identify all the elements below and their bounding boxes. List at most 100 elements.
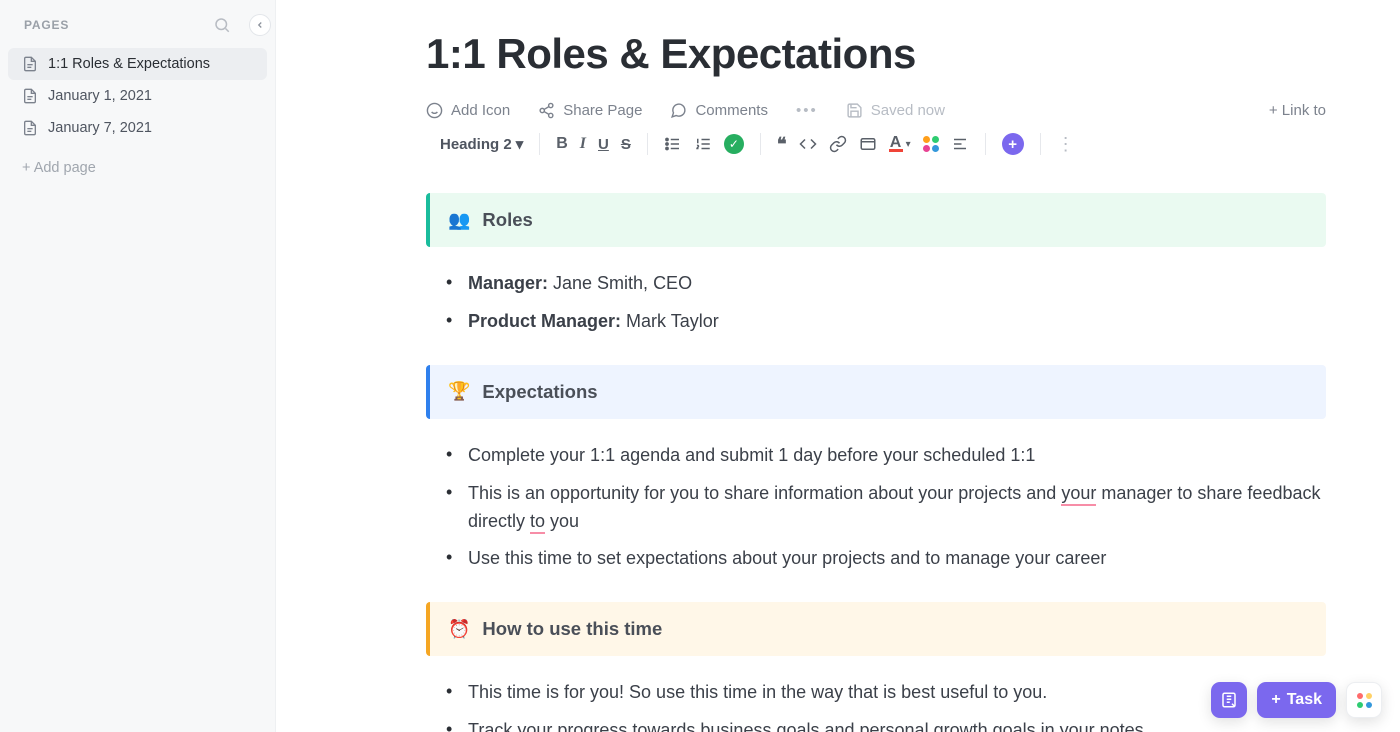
- list-item[interactable]: Manager: Jane Smith, CEO: [446, 265, 1326, 303]
- share-icon: [538, 102, 555, 119]
- text: This time is for you! So use this time i…: [468, 682, 1047, 702]
- apps-icon: [1357, 693, 1372, 708]
- spellcheck-word: to: [530, 511, 545, 534]
- app-root: PAGES 1:1 Roles & Expectations: [0, 0, 1400, 732]
- text: you: [545, 511, 579, 531]
- saved-status: Saved now: [846, 102, 945, 119]
- sidebar-list: 1:1 Roles & Expectations January 1, 2021…: [0, 44, 275, 148]
- bulleted-list-button[interactable]: [664, 135, 682, 153]
- save-icon: [846, 102, 863, 119]
- sidebar-item-roles-expectations[interactable]: 1:1 Roles & Expectations: [8, 48, 267, 80]
- caret-down-icon: ▾: [906, 139, 911, 150]
- insert-group: ❝: [777, 134, 877, 155]
- page-icon: [22, 120, 38, 136]
- notepad-button[interactable]: [1211, 682, 1247, 718]
- apps-button[interactable]: [1346, 682, 1382, 718]
- document: 1:1 Roles & Expectations Add Icon Share …: [426, 0, 1326, 732]
- separator: [647, 133, 648, 155]
- expectations-list[interactable]: Complete your 1:1 agenda and submit 1 da…: [426, 427, 1326, 583]
- add-page-button[interactable]: + Add page: [0, 148, 275, 188]
- list-group: ✓: [664, 134, 744, 154]
- block-type-select[interactable]: Heading 2 ▾: [426, 135, 523, 153]
- callout-heading: Expectations: [482, 381, 597, 403]
- list-item[interactable]: This is an opportunity for you to share …: [446, 475, 1326, 541]
- text: This is an opportunity for you to share …: [468, 483, 1061, 503]
- clock-icon: ⏰: [448, 619, 470, 640]
- sidebar-item-label: January 7, 2021: [48, 120, 152, 136]
- caret-down-icon: ▾: [516, 135, 524, 153]
- numbered-list-button[interactable]: [694, 135, 712, 153]
- people-icon: 👥: [448, 210, 470, 231]
- floating-action-bar: + Task: [1211, 682, 1382, 718]
- page-icon: [22, 56, 38, 72]
- embed-button[interactable]: [859, 135, 877, 153]
- quote-button[interactable]: ❝: [777, 134, 787, 155]
- task-label: Task: [1287, 691, 1322, 709]
- bold-button[interactable]: B: [556, 135, 568, 153]
- role-value: Jane Smith, CEO: [548, 273, 692, 293]
- text: Complete your 1:1 agenda and submit 1 da…: [468, 445, 1035, 465]
- add-icon-button[interactable]: Add Icon: [426, 102, 510, 119]
- separator: [539, 133, 540, 155]
- comment-icon: [670, 102, 687, 119]
- callout-expectations[interactable]: 🏆 Expectations: [426, 365, 1326, 419]
- formatting-toolbar: Heading 2 ▾ B I U S: [426, 129, 1326, 173]
- action-label: Share Page: [563, 102, 642, 119]
- role-value: Mark Taylor: [621, 311, 719, 331]
- action-label: Add Icon: [451, 102, 510, 119]
- page-actions: Add Icon Share Page Comments •••: [426, 96, 1326, 129]
- collapse-sidebar-button[interactable]: [249, 14, 271, 36]
- search-icon[interactable]: [213, 16, 231, 34]
- checklist-button[interactable]: ✓: [724, 134, 744, 154]
- color-group: A ▾: [889, 134, 969, 155]
- text-color-button[interactable]: A ▾: [889, 134, 911, 155]
- italic-button[interactable]: I: [580, 135, 586, 153]
- role-label: Product Manager:: [468, 311, 621, 331]
- list-item[interactable]: Complete your 1:1 agenda and submit 1 da…: [446, 437, 1326, 475]
- text: Use this time to set expectations about …: [468, 548, 1106, 568]
- add-block-button[interactable]: +: [1002, 133, 1024, 155]
- list-item[interactable]: Product Manager: Mark Taylor: [446, 303, 1326, 341]
- action-label: Comments: [695, 102, 768, 119]
- callout-heading: Roles: [482, 209, 532, 231]
- sidebar-item-label: January 1, 2021: [48, 88, 152, 104]
- trophy-icon: 🏆: [448, 381, 470, 402]
- list-item[interactable]: Track your progress towards business goa…: [446, 712, 1326, 732]
- howto-list[interactable]: This time is for you! So use this time i…: [426, 664, 1326, 732]
- main-content: 1:1 Roles & Expectations Add Icon Share …: [276, 0, 1400, 732]
- block-type-label: Heading 2: [440, 136, 512, 153]
- separator: [760, 133, 761, 155]
- roles-list[interactable]: Manager: Jane Smith, CEO Product Manager…: [426, 255, 1326, 345]
- sidebar-item-jan-7[interactable]: January 7, 2021: [8, 112, 267, 144]
- new-task-button[interactable]: + Task: [1257, 682, 1336, 718]
- page-title[interactable]: 1:1 Roles & Expectations: [426, 30, 1326, 78]
- list-item[interactable]: This time is for you! So use this time i…: [446, 674, 1326, 712]
- smile-icon: [426, 102, 443, 119]
- list-item[interactable]: Use this time to set expectations about …: [446, 540, 1326, 578]
- callout-roles[interactable]: 👥 Roles: [426, 193, 1326, 247]
- comments-button[interactable]: Comments: [670, 102, 768, 119]
- text-style-group: B I U S: [556, 135, 631, 153]
- separator: [985, 133, 986, 155]
- callout-heading: How to use this time: [482, 618, 662, 640]
- role-label: Manager:: [468, 273, 548, 293]
- callout-howto[interactable]: ⏰ How to use this time: [426, 602, 1326, 656]
- plus-icon: +: [1271, 691, 1280, 709]
- align-button[interactable]: [951, 135, 969, 153]
- spellcheck-word: your: [1061, 483, 1096, 506]
- link-button[interactable]: [829, 135, 847, 153]
- code-block-button[interactable]: [799, 135, 817, 153]
- sidebar-item-jan-1[interactable]: January 1, 2021: [8, 80, 267, 112]
- text: Track your progress towards business goa…: [468, 720, 1144, 732]
- link-to-button[interactable]: + Link to: [1269, 102, 1326, 119]
- more-actions-button[interactable]: •••: [796, 102, 818, 119]
- strikethrough-button[interactable]: S: [621, 136, 631, 153]
- sidebar-item-label: 1:1 Roles & Expectations: [48, 56, 210, 72]
- underline-button[interactable]: U: [598, 136, 609, 153]
- highlight-button[interactable]: [923, 136, 939, 152]
- action-label: + Link to: [1269, 102, 1326, 119]
- sidebar: PAGES 1:1 Roles & Expectations: [0, 0, 276, 732]
- share-page-button[interactable]: Share Page: [538, 102, 642, 119]
- sidebar-header: PAGES: [0, 0, 275, 44]
- toolbar-more-button[interactable]: ⋮: [1057, 134, 1075, 155]
